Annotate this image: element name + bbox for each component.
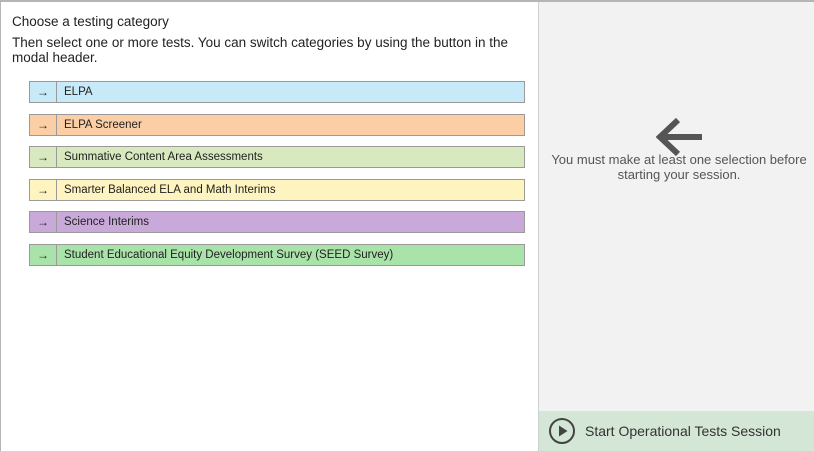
arrow-right-icon: → bbox=[30, 147, 57, 167]
category-elpa[interactable]: → ELPA bbox=[29, 81, 525, 103]
category-label: ELPA Screener bbox=[64, 118, 142, 131]
modal: Choose a testing category Then select on… bbox=[0, 0, 814, 451]
arrow-right-icon: → bbox=[30, 114, 57, 135]
pane-instructions: Then select one or more tests. You can s… bbox=[12, 35, 509, 65]
category-label: Science Interims bbox=[64, 216, 150, 228]
category-label: Smarter Balanced ELA and Math Interims bbox=[64, 183, 276, 196]
category-seed-survey[interactable]: → Student Educational Equity Development… bbox=[29, 243, 525, 266]
arrow-left-icon bbox=[656, 117, 702, 157]
start-session-button[interactable]: Start Operational Tests Session bbox=[539, 411, 814, 451]
session-pane: You must make at least one selection bef… bbox=[539, 2, 814, 451]
category-label: Summative Content Area Assessments bbox=[64, 151, 263, 163]
category-label: Student Educational Equity Development S… bbox=[64, 248, 394, 261]
arrow-right-icon: → bbox=[30, 212, 57, 232]
arrow-right-icon: → bbox=[30, 179, 57, 200]
category-elpa-screener[interactable]: → ELPA Screener bbox=[29, 113, 525, 136]
pane-heading: Choose a testing category bbox=[12, 14, 169, 29]
category-list: → ELPA → ELPA Screener → Summative Conte… bbox=[29, 81, 525, 276]
category-summative[interactable]: → Summative Content Area Assessments bbox=[29, 146, 525, 168]
arrow-right-icon: → bbox=[30, 82, 57, 102]
category-science-interims[interactable]: → Science Interims bbox=[29, 211, 525, 233]
category-smarter-balanced[interactable]: → Smarter Balanced ELA and Math Interims bbox=[29, 178, 525, 201]
category-selection-pane: Choose a testing category Then select on… bbox=[1, 2, 539, 451]
selection-required-message: You must make at least one selection bef… bbox=[551, 152, 807, 182]
arrow-right-icon: → bbox=[30, 244, 57, 265]
start-session-label: Start Operational Tests Session bbox=[585, 423, 781, 439]
category-label: ELPA bbox=[64, 86, 93, 98]
play-circle-icon bbox=[549, 418, 575, 444]
